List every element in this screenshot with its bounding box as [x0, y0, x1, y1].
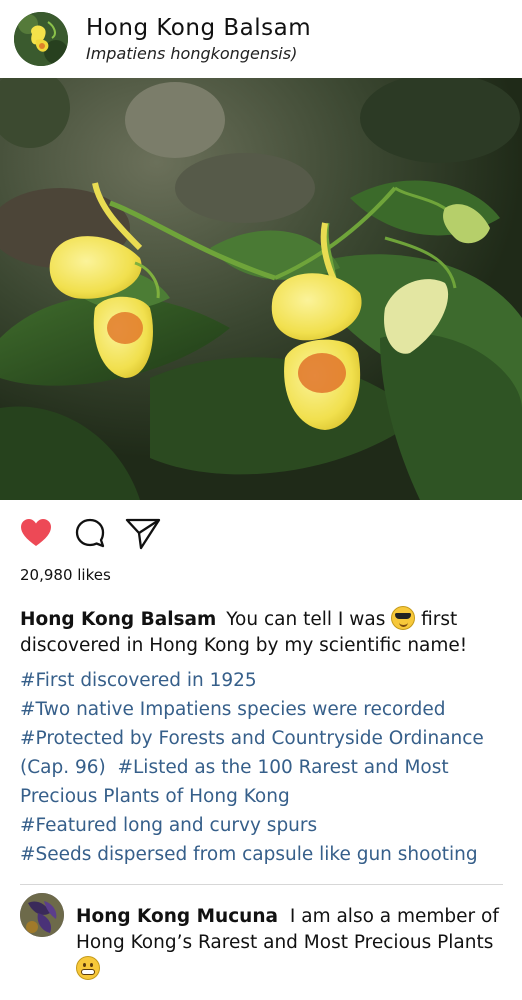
comment: Hong Kong Mucuna I am also a member of H…: [76, 904, 516, 983]
account-name[interactable]: Hong Kong Balsam: [86, 15, 311, 41]
paper-plane-icon[interactable]: [124, 515, 162, 553]
grimacing-face-icon: [76, 956, 100, 980]
post-caption: Hong Kong Balsam You can tell I was firs…: [20, 606, 520, 659]
hashtag[interactable]: #Two native Impatiens species were recor…: [20, 699, 445, 720]
heart-icon[interactable]: [18, 515, 56, 553]
speech-bubble-icon[interactable]: [72, 515, 110, 553]
caption-text: You can tell I was: [226, 609, 386, 630]
likes-count[interactable]: 20,980 likes: [20, 566, 111, 584]
mucuna-avatar-image: [20, 893, 64, 937]
commenter-avatar[interactable]: [20, 893, 64, 937]
hashtag[interactable]: #First discovered in 1925: [20, 670, 257, 691]
profile-avatar[interactable]: [14, 12, 68, 66]
divider: [20, 884, 503, 885]
hashtag-list: #First discovered in 1925 #Two native Im…: [20, 666, 520, 869]
balsam-avatar-image: [14, 12, 68, 66]
scientific-name: Impatiens hongkongensis): [86, 44, 298, 63]
hashtag[interactable]: #Seeds dispersed from capsule like gun s…: [20, 844, 478, 865]
post-header: Hong Kong Balsam Impatiens hongkongensis…: [0, 0, 522, 78]
balsam-flower-photo: [0, 78, 522, 500]
post-photo[interactable]: [0, 78, 522, 500]
action-bar: [18, 515, 218, 553]
caption-username[interactable]: Hong Kong Balsam: [20, 609, 216, 630]
sunglasses-face-icon: [391, 606, 416, 630]
comment-username[interactable]: Hong Kong Mucuna: [76, 906, 278, 927]
hashtag[interactable]: #Featured long and curvy spurs: [20, 815, 317, 836]
